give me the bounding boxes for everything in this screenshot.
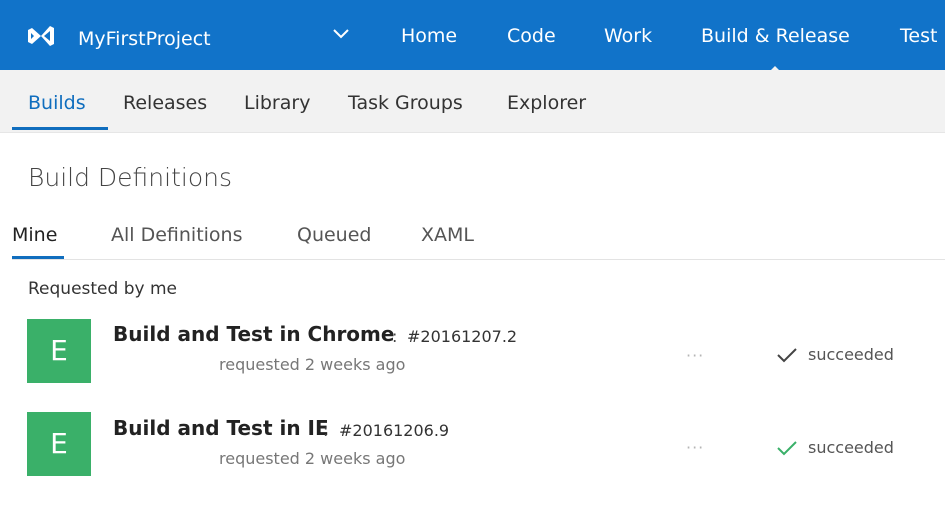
visual-studio-logo-icon[interactable] — [28, 24, 54, 46]
definition-avatar: E — [27, 412, 91, 476]
name-separator: : — [392, 327, 398, 346]
topnav-home[interactable]: Home — [401, 25, 457, 47]
pivot-queued[interactable]: Queued — [297, 224, 371, 246]
definition-name-link[interactable]: Build and Test in Chrome — [113, 322, 394, 346]
check-icon — [777, 348, 797, 363]
project-name[interactable]: MyFirstProject — [78, 28, 211, 50]
definition-avatar: E — [27, 319, 91, 383]
pivot-xaml[interactable]: XAML — [421, 224, 474, 246]
pivot-divider — [12, 259, 945, 260]
pivot-all-definitions[interactable]: All Definitions — [111, 224, 243, 246]
sub-nav-bar: Builds Releases Library Task Groups Expl… — [0, 70, 945, 133]
topnav-test[interactable]: Test — [900, 25, 937, 47]
pivot-active-indicator — [12, 256, 64, 259]
top-nav-bar: MyFirstProject Home Code Work Build & Re… — [0, 0, 945, 75]
build-number-link[interactable]: #20161207.2 — [407, 327, 517, 346]
build-status: succeeded — [808, 438, 894, 457]
name-separator: : — [323, 421, 329, 440]
more-actions-icon[interactable]: ··· — [686, 438, 704, 457]
subnav-active-indicator — [12, 127, 108, 130]
requested-time: requested 2 weeks ago — [219, 449, 406, 468]
build-number-link[interactable]: #20161206.9 — [339, 421, 449, 440]
build-status: succeeded — [808, 345, 894, 364]
topnav-work[interactable]: Work — [604, 25, 652, 47]
topnav-build-release[interactable]: Build & Release — [701, 25, 850, 75]
subnav-builds[interactable]: Builds — [28, 92, 86, 114]
more-actions-icon[interactable]: ··· — [686, 346, 704, 365]
subnav-releases[interactable]: Releases — [123, 92, 207, 114]
section-label: Requested by me — [28, 279, 177, 299]
topnav-code[interactable]: Code — [507, 25, 556, 47]
page-title: Build Definitions — [28, 163, 233, 192]
check-icon — [777, 441, 797, 456]
requested-time: requested 2 weeks ago — [219, 355, 406, 374]
subnav-explorer[interactable]: Explorer — [507, 92, 586, 114]
subnav-task-groups[interactable]: Task Groups — [348, 92, 463, 114]
definition-name-link[interactable]: Build and Test in IE — [113, 416, 329, 440]
subnav-library[interactable]: Library — [244, 92, 310, 114]
pivot-mine[interactable]: Mine — [12, 224, 57, 246]
chevron-down-icon[interactable] — [331, 26, 351, 42]
